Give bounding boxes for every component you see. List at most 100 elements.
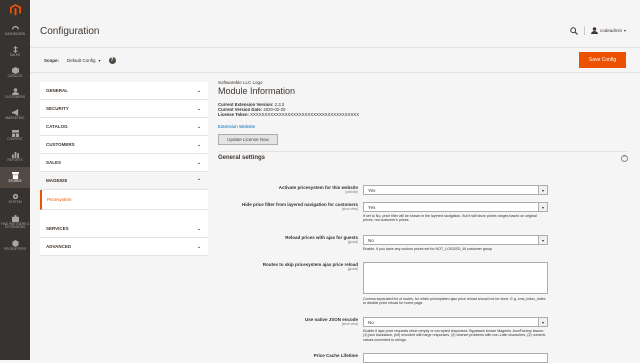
field-label: Price Cache Lifetime [218,353,358,358]
chevron-down-icon: ⌄ [197,141,201,147]
nav-label: PROSOFTERS [4,246,26,251]
field-note: If set to No, price filter will be shown… [363,214,537,223]
tab-label: ADVANCED [46,244,72,249]
scope-hint: [store view] [341,207,358,211]
config-tabs: GENERAL ⌄ SECURITY ⌄ CATALOG ⌄ CUSTOMERS ⌄ S… [40,82,208,256]
chevron-up-icon: ⌃ [197,177,201,183]
select-value: Yes [368,187,376,193]
select-value: No [368,237,374,243]
tab-customers[interactable]: CUSTOMERS ⌄ [40,136,208,154]
nav-find-partners[interactable]: FIND PARTNERS & EXTENSIONS [0,209,30,235]
tab-label: SERVICES [46,226,69,231]
field-note: Comma separated list of routes, for whic… [363,297,546,306]
field-label: Activate pricesystem for this website [we… [218,185,358,194]
page-title: Configuration [40,26,100,37]
hide-price-filter-select[interactable]: Yes ▾ [363,202,548,212]
select-value: Yes [368,204,376,210]
tab-label: CUSTOMERS [46,142,75,147]
chevron-down-icon: ▾ [538,236,547,244]
tab-label: CATALOG [46,124,68,129]
nav-label: MARKETING [5,115,25,120]
chevron-down-icon: ⌄ [197,243,201,249]
activate-select[interactable]: Yes ▾ [363,185,548,195]
nav-sales[interactable]: SALES [0,41,30,62]
tab-catalog[interactable]: CATALOG ⌄ [40,118,208,136]
scope-switcher[interactable]: Default Config ▾ [67,58,101,63]
nav-marketing[interactable]: MARKETING [0,104,30,125]
tab-label: MAGE928 [46,178,68,183]
label-text: Routes to skip pricesystem ajax price re… [262,262,358,267]
chevron-down-icon: ▾ [538,318,547,326]
hexagon-icon [11,239,19,247]
chevron-down-icon: ⌄ [197,105,201,111]
nav-system[interactable]: SYSTEM [0,188,30,209]
layout-icon [11,129,19,137]
nav-reports[interactable]: REPORTS [0,146,30,167]
nav-customers[interactable]: CUSTOMERS [0,83,30,104]
dashboard-icon [11,25,19,30]
puzzle-icon [11,214,19,222]
tab-label: SECURITY [46,106,69,111]
dollar-icon [12,45,18,53]
nav-label: SALES [9,52,21,57]
nav-prosofters[interactable]: PROSOFTERS [0,235,30,256]
chevron-down-icon: ⌄ [197,123,201,129]
select-value: No [368,319,374,325]
tab-mage928[interactable]: MAGE928 ⌃ [40,172,208,190]
tab-sales[interactable]: SALES ⌄ [40,154,208,172]
scope-hint: [store view] [341,322,358,326]
chevron-down-icon: ▾ [538,203,547,211]
label-text: Hide price filter from layered navigatio… [241,202,358,207]
field-label: Reload prices with ajax for guests [globa… [218,235,358,244]
scope-value: Default Config [67,57,96,63]
nav-label: REPORTS [7,157,23,162]
native-json-select[interactable]: No ▾ [363,317,548,327]
nav-label: STORES [8,178,22,183]
nav-label: CUSTOMERS [4,94,26,99]
scope-hint: [global] [347,240,358,244]
nav-label: CONTENT [7,136,23,141]
nav-label: FIND PARTNERS & EXTENSIONS [0,221,30,229]
tab-advanced[interactable]: ADVANCED ⌄ [40,238,208,256]
nav-label: SYSTEM [8,199,22,204]
field-note: Enable, if you have any custom prices se… [363,247,493,251]
gear-icon [12,193,18,200]
nav-label: CATALOG [7,73,23,78]
tab-item-pricesystem[interactable]: Pricesystem [40,190,208,210]
scope-label: Scope: [44,57,60,63]
tab-security[interactable]: SECURITY ⌄ [40,100,208,118]
settings-fields: Activate pricesystem for this website [we… [218,0,628,363]
tab-general[interactable]: GENERAL ⌄ [40,82,208,100]
price-cache-input[interactable] [363,353,548,363]
routes-textarea[interactable] [363,262,548,294]
chevron-down-icon: ⌄ [197,87,201,93]
admin-sidebar: DASHBOARD SALES CATALOG CUSTOMERS MARKET… [0,0,30,360]
tab-services[interactable]: SERVICES ⌄ [40,220,208,238]
page-content: Configuration codeadmin ▾ Scope: Default… [30,0,640,363]
person-icon [11,88,19,95]
nav-catalog[interactable]: CATALOG [0,62,30,83]
reload-ajax-select[interactable]: No ▾ [363,235,548,245]
scope-hint: [global] [347,267,358,271]
bar-chart-icon [11,151,19,158]
tab-label: GENERAL [46,88,69,93]
chevron-down-icon: ⌄ [197,159,201,165]
tab-label: SALES [46,160,62,165]
field-label: Routes to skip pricesystem ajax price re… [218,262,358,271]
chevron-down-icon: ▾ [538,186,547,194]
cube-icon [11,66,19,74]
store-icon [11,171,19,179]
chevron-down-icon: ⌄ [197,225,201,231]
nav-stores[interactable]: STORES [0,167,30,188]
chevron-down-icon: ▾ [98,57,101,63]
help-icon[interactable]: ? [108,56,116,64]
nav-label: DASHBOARD [4,31,26,36]
magento-logo-icon[interactable] [0,0,30,20]
field-note: Enable if ajax price requests return emp… [363,329,546,342]
nav-dashboard[interactable]: DASHBOARD [0,20,30,41]
field-label: Use native JSON encode [store view] [218,317,358,326]
scope-hint: [website] [345,190,358,194]
nav-content[interactable]: CONTENT [0,125,30,146]
megaphone-icon [11,108,18,116]
field-label: Hide price filter from layered navigatio… [218,202,358,211]
